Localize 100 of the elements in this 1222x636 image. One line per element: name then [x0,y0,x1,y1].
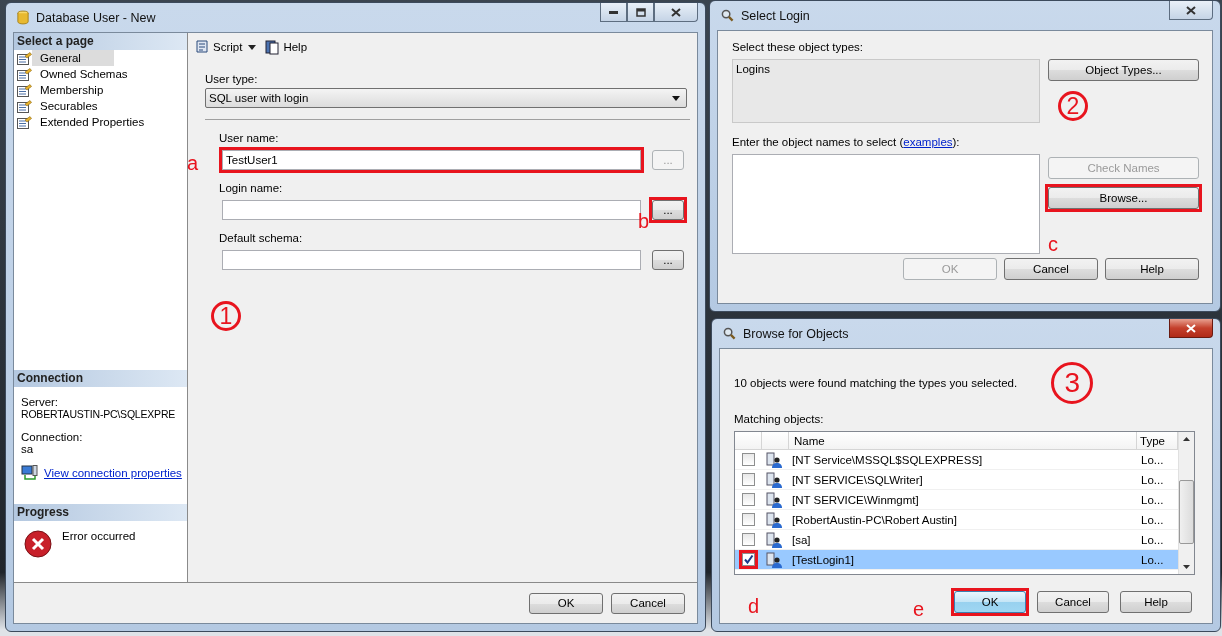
browse-button[interactable]: ... [652,250,684,270]
annotation-label: b [637,211,649,231]
object-types-button[interactable]: Object Types... [1048,59,1199,81]
annotation-circle: 2 [1058,91,1088,121]
book-icon [264,39,281,55]
dialog-button[interactable]: Cancel [1004,258,1098,280]
close-button[interactable] [1169,1,1213,20]
properties-icon [17,115,32,129]
page-item[interactable]: Securables [14,98,187,114]
minimize-button[interactable] [600,3,627,22]
table-cell: Lo... [1141,533,1164,546]
table-row[interactable]: [TestLogin1] Lo... [735,550,1178,570]
close-button[interactable] [1169,319,1213,338]
user-icon [766,451,782,468]
table-row[interactable]: [NT SERVICE\Winmgmt] Lo... [735,490,1178,510]
user-icon [766,491,782,508]
section-label: Matching objects: [734,413,825,425]
connection-label: Connection: [21,431,84,443]
column-header[interactable]: Name [794,434,825,447]
table-cell: [TestLogin1] [792,553,854,566]
text-field[interactable] [222,250,641,270]
dialog-button[interactable]: OK [954,591,1026,613]
maximize-button[interactable] [627,3,654,22]
error-icon [24,530,52,558]
table-row[interactable]: [RobertAustin-PC\Robert Austin] Lo... [735,510,1178,530]
table-cell: Lo... [1141,473,1164,486]
window-title: Select Login [741,8,810,23]
table-row[interactable]: [NT SERVICE\SQLWriter] Lo... [735,470,1178,490]
properties-icon [17,67,32,81]
browse-button[interactable]: ... [652,200,684,220]
instruction-text: Enter the object names to select (examples): [732,136,961,148]
server-name: ROBERTAUSTIN-PC\SQLEXPRE [21,408,177,420]
browse-button[interactable]: Browse... [1048,187,1199,209]
annotation-label: d [748,596,760,616]
text-field[interactable]: TestUser1 [222,150,641,170]
checkbox[interactable] [741,513,755,526]
close-icon [1186,5,1196,15]
field-label: User name: [219,132,280,144]
checkbox[interactable] [741,533,755,546]
page-item[interactable]: Extended Properties [14,114,187,130]
window-title: Browse for Objects [743,326,849,341]
close-button[interactable] [654,3,698,22]
result-message: 10 objects were found matching the types you selected. [734,377,1018,389]
table-cell: [NT SERVICE\Winmgmt] [792,493,919,506]
checkbox[interactable] [741,493,755,506]
table-row[interactable]: [NT Service\MSSQL$SQLEXPRESS] Lo... [735,450,1178,470]
user-icon [766,551,782,568]
user-icon [766,511,782,528]
dialog-button[interactable]: Help [1105,258,1199,280]
field-label: User type: [205,73,259,85]
database-icon [17,10,29,25]
connection-properties-link[interactable]: View connection properties [44,467,182,479]
checkbox[interactable] [741,473,755,486]
annotation-label: a [187,153,199,173]
table-cell: Lo... [1141,493,1164,506]
caret-icon[interactable] [248,44,257,50]
user-icon [766,531,782,548]
annotation-circle: 3 [1051,362,1094,404]
object-names-field[interactable] [732,154,1040,254]
annotation-circle: 1 [211,301,241,331]
help-button[interactable]: Help [264,39,308,55]
section-header: Select a page [14,33,187,50]
column-header[interactable]: Type [1140,434,1165,447]
maximize-icon [635,7,646,17]
text-field[interactable] [222,200,641,220]
annotation-label: c [1048,234,1059,254]
search-icon [723,327,736,340]
section-label: Select these object types: [732,41,865,53]
window-title: Database User - New [36,10,156,25]
properties-icon [17,99,32,113]
connection-name: sa [21,443,35,455]
page-item[interactable]: Membership [14,82,187,98]
dialog-button[interactable]: Cancel [611,592,685,614]
caret-icon [672,95,680,101]
dialog-button[interactable]: Help [1120,591,1192,613]
scrollbar[interactable] [1178,432,1194,574]
table-cell: Lo... [1141,553,1164,566]
user-icon [766,471,782,488]
dialog-button[interactable]: OK [529,592,603,614]
script-button[interactable]: Script [194,39,243,55]
field-label: Default schema: [219,232,304,244]
properties-icon [17,83,32,97]
close-icon [1186,323,1196,333]
page-item[interactable]: Owned Schemas [14,66,187,82]
scroll-down-icon[interactable] [1183,565,1190,569]
search-icon [721,9,734,22]
dialog-button[interactable]: Cancel [1037,591,1109,613]
table-cell: [RobertAustin-PC\Robert Austin] [792,513,957,526]
user-type-dropdown[interactable]: SQL user with login [205,88,687,108]
section-header: Progress [14,504,187,521]
table-cell: Lo... [1141,453,1164,466]
field-label: Login name: [219,182,284,194]
section-header: Connection [14,370,187,387]
scroll-up-icon[interactable] [1183,437,1190,441]
status-text: Error occurred [62,530,136,544]
annotation-label: e [912,599,924,619]
table-cell: [sa] [792,533,811,546]
table-cell: [NT SERVICE\SQLWriter] [792,473,923,486]
checkbox[interactable] [741,453,755,466]
examples-link[interactable]: examples [903,136,953,148]
